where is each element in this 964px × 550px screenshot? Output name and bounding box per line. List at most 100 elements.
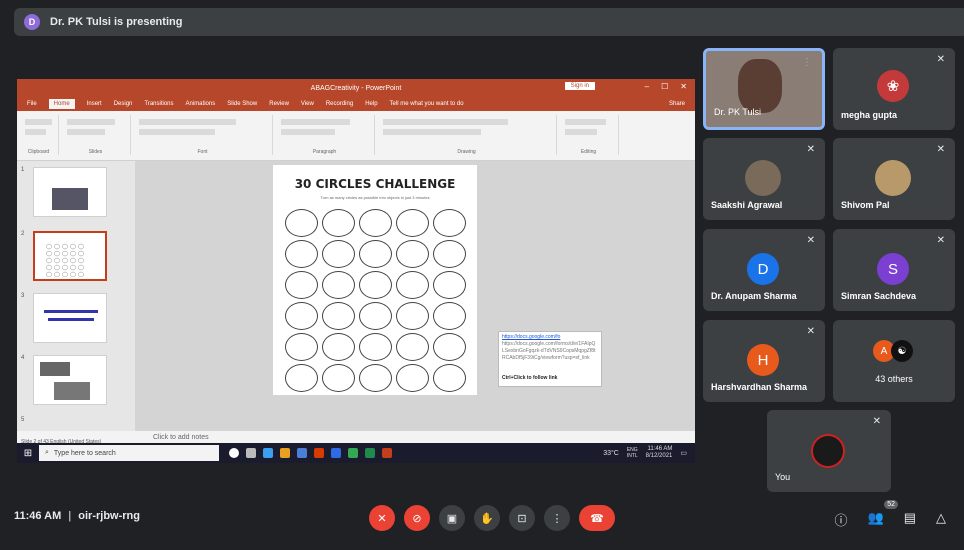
tab-view[interactable]: View xyxy=(301,101,314,107)
hyperlink-full-url: https://docs.google.com/forms/d/e/1FAIpQ… xyxy=(502,341,596,361)
slide-thumbnail[interactable] xyxy=(33,293,107,343)
participant-tile[interactable]: ✕ ❀ megha gupta xyxy=(833,48,955,130)
taskbar-search[interactable]: ⌕ Type here to search xyxy=(39,445,219,461)
language-indicator[interactable]: ENG INTL xyxy=(627,447,638,459)
avatar: ☯ xyxy=(891,340,913,362)
meeting-time: 11:46 AM xyxy=(14,510,62,522)
participant-name: Harshvardhan Sharma xyxy=(711,382,808,392)
file-explorer-icon[interactable] xyxy=(280,448,290,458)
tab-animations[interactable]: Animations xyxy=(186,101,216,107)
meeting-code[interactable]: oir-rjbw-rng xyxy=(78,510,140,522)
maximize-icon[interactable]: ☐ xyxy=(661,82,668,91)
others-tile[interactable]: A ☯ 43 others xyxy=(833,320,955,402)
ppt-sign-in-button[interactable]: Sign in xyxy=(564,82,595,90)
slide-thumbnail[interactable] xyxy=(33,167,107,217)
raise-hand-button[interactable]: ✋ xyxy=(474,505,500,531)
teams-icon[interactable] xyxy=(297,448,307,458)
slide-thumbnail-selected[interactable] xyxy=(33,231,107,281)
edge-icon[interactable] xyxy=(263,448,273,458)
word-icon[interactable] xyxy=(331,448,341,458)
task-view-icon[interactable] xyxy=(246,448,256,458)
ribbon-group-font[interactable]: Font xyxy=(133,115,273,155)
tell-me-search[interactable]: Tell me what you want to do xyxy=(390,101,464,107)
tab-design[interactable]: Design xyxy=(114,101,133,107)
slide-canvas[interactable]: 30 CIRCLES CHALLENGE Turn as many circle… xyxy=(135,161,695,431)
windows-start-icon[interactable]: ⊞ xyxy=(17,448,39,459)
more-options-button[interactable]: ⋮ xyxy=(544,505,570,531)
participant-name: Dr. Anupam Sharma xyxy=(711,291,797,301)
call-controls: ✕ ⊘ ▣ ✋ ⊡ ⋮ ☎ xyxy=(369,505,615,531)
info-icon[interactable]: ⓘ xyxy=(835,510,848,529)
participant-tile[interactable]: ✕ H Harshvardhan Sharma xyxy=(703,320,825,402)
mic-muted-icon: ✕ xyxy=(936,235,945,246)
participant-name: You xyxy=(775,472,791,482)
search-icon: ⌕ xyxy=(45,449,49,456)
windows-taskbar: ⊞ ⌕ Type here to search 33°C ENG INTL 11… xyxy=(17,443,695,463)
mic-muted-icon: ✕ xyxy=(806,326,815,337)
powerpoint-icon[interactable] xyxy=(382,448,392,458)
participant-tile[interactable]: ⋮ Dr. PK Tulsi xyxy=(703,48,825,130)
thumb-number: 1 xyxy=(21,167,25,173)
participant-name: Simran Sachdeva xyxy=(841,291,917,301)
activities-icon[interactable]: △ xyxy=(936,510,946,529)
ribbon-group-clipboard[interactable]: Clipboard xyxy=(19,115,59,155)
mic-muted-icon: ✕ xyxy=(936,54,945,65)
chat-icon[interactable]: ▤ xyxy=(904,510,916,529)
end-call-button[interactable]: ☎ xyxy=(579,505,615,531)
present-button[interactable]: ⊡ xyxy=(509,505,535,531)
tab-home[interactable]: Home xyxy=(48,99,75,109)
others-count: 43 others xyxy=(875,374,913,384)
ppt-titlebar: ABAGCreativity - PowerPoint Sign in – ☐ … xyxy=(17,79,695,97)
thumb-number: 2 xyxy=(21,231,25,237)
thumb-number: 3 xyxy=(21,293,25,299)
notification-icon[interactable]: ▭ xyxy=(680,449,687,457)
mic-toggle-button[interactable]: ✕ xyxy=(369,505,395,531)
mic-off-icon: ✕ xyxy=(377,512,387,525)
self-tile[interactable]: ✕ You xyxy=(767,410,891,492)
camera-off-icon: ⊘ xyxy=(412,512,422,525)
ribbon-group-paragraph[interactable]: Paragraph xyxy=(275,115,375,155)
close-icon[interactable]: ✕ xyxy=(680,82,687,91)
slide-thumbnail[interactable] xyxy=(33,355,107,405)
participant-tile[interactable]: ✕ S Simran Sachdeva xyxy=(833,229,955,311)
office-icon[interactable] xyxy=(314,448,324,458)
avatar xyxy=(745,160,781,196)
minimize-icon[interactable]: – xyxy=(645,82,649,91)
participant-name: Shivom Pal xyxy=(841,200,890,210)
chrome-icon[interactable] xyxy=(348,448,358,458)
meeting-info: 11:46 AM | oir-rjbw-rng xyxy=(14,510,140,522)
weather-text[interactable]: 33°C xyxy=(603,450,619,457)
present-icon: ⊡ xyxy=(517,512,527,525)
share-button[interactable]: Share xyxy=(669,101,685,107)
tab-review[interactable]: Review xyxy=(269,101,289,107)
avatar xyxy=(875,160,911,196)
captions-button[interactable]: ▣ xyxy=(439,505,465,531)
tab-slide-show[interactable]: Slide Show xyxy=(227,101,257,107)
participant-tile[interactable]: ✕ D Dr. Anupam Sharma xyxy=(703,229,825,311)
circle-grid xyxy=(285,209,466,392)
hyperlink-text[interactable]: https://docs.google.com/fo xyxy=(502,334,598,341)
tab-recording[interactable]: Recording xyxy=(326,101,353,107)
ppt-window-title: ABAGCreativity - PowerPoint xyxy=(310,84,402,92)
current-slide[interactable]: 30 CIRCLES CHALLENGE Turn as many circle… xyxy=(273,165,477,395)
more-vert-icon: ⋮ xyxy=(551,512,563,525)
tab-help[interactable]: Help xyxy=(365,101,377,107)
tab-transitions[interactable]: Transitions xyxy=(144,101,173,107)
excel-icon[interactable] xyxy=(365,448,375,458)
camera-toggle-button[interactable]: ⊘ xyxy=(404,505,430,531)
tab-file[interactable]: File xyxy=(27,101,37,107)
ribbon-group-slides[interactable]: Slides xyxy=(61,115,131,155)
cortana-icon[interactable] xyxy=(229,448,239,458)
slide-title: 30 CIRCLES CHALLENGE xyxy=(294,177,456,191)
participant-tile[interactable]: ✕ Saakshi Agrawal xyxy=(703,138,825,220)
presenter-text: Dr. PK Tulsi is presenting xyxy=(50,16,183,28)
system-clock[interactable]: 11:46 AM 8/12/2021 xyxy=(646,446,673,460)
participant-tile[interactable]: ✕ Shivom Pal xyxy=(833,138,955,220)
ppt-ribbon: Clipboard Slides Font Paragraph Drawing … xyxy=(17,111,695,161)
tab-insert[interactable]: Insert xyxy=(87,101,102,107)
people-icon[interactable]: 👥 xyxy=(868,510,884,529)
ribbon-group-drawing[interactable]: Drawing xyxy=(377,115,557,155)
meeting-side-controls: ⓘ 👥 ▤ △ xyxy=(835,510,947,529)
ribbon-group-editing[interactable]: Editing xyxy=(559,115,619,155)
avatar: H xyxy=(747,344,779,376)
